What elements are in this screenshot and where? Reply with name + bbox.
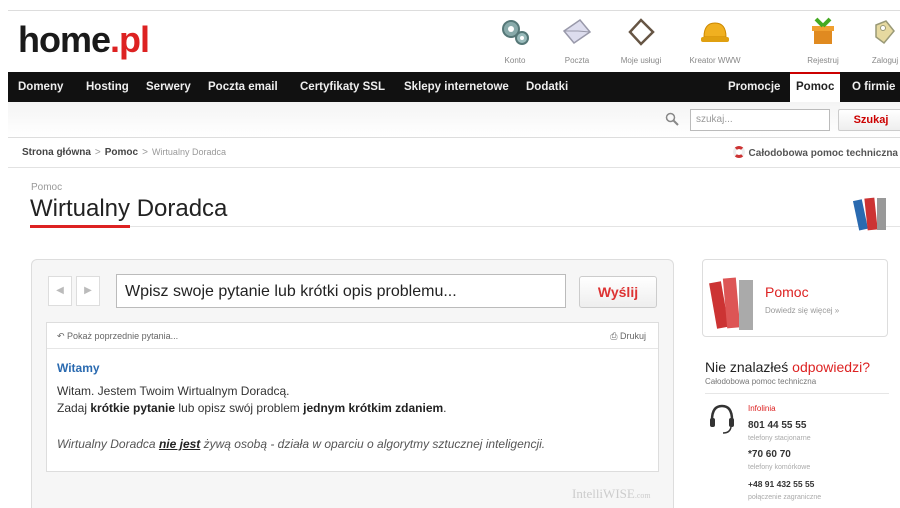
- search-input[interactable]: szukaj...: [690, 109, 830, 131]
- greeting-line-1: Witam. Jestem Twoim Wirtualnym Doradcą.: [57, 384, 290, 398]
- help-box-more-link[interactable]: Dowiedz się więcej »: [765, 306, 839, 315]
- brand-suffix: .com: [634, 491, 651, 500]
- brand-main: IntelliWISE: [572, 486, 635, 501]
- contact-divider: [705, 393, 889, 394]
- previous-questions-label: Pokaż poprzednie pytania...: [67, 331, 179, 341]
- disclaimer-text: żywą osobą - działa w oparciu o algorytm…: [200, 437, 546, 451]
- greeting-text: .: [443, 401, 447, 415]
- chat-toolbar: ↶ Pokaż poprzednie pytania... ⎙ Drukuj: [47, 323, 658, 349]
- gift-icon: [812, 17, 834, 44]
- support-link-label: Całodobowa pomoc techniczna: [748, 148, 898, 159]
- nav-sklepy-internetowe[interactable]: Sklepy internetowe: [404, 72, 509, 102]
- contact-heading: Nie znalazłeś odpowiedzi?: [705, 359, 870, 375]
- contact-heading-text: Nie znalazłeś: [705, 359, 793, 375]
- headset-icon: [710, 404, 734, 434]
- phone-number: 801 44 55 55: [748, 420, 807, 431]
- zaloguj-link[interactable]: Zaloguj: [850, 17, 900, 65]
- phone-description: telefony stacjonarne: [748, 435, 811, 442]
- search-icon: [665, 112, 679, 126]
- question-input[interactable]: Wpisz swoje pytanie lub krótki opis prob…: [116, 274, 566, 308]
- kreator-www-label: Kreator WWW: [689, 56, 741, 65]
- next-arrow-button[interactable]: ▶: [76, 276, 100, 306]
- greeting-emphasis: jednym krótkim zdaniem: [303, 401, 444, 415]
- rejestruj-link[interactable]: Rejestruj: [788, 17, 858, 65]
- konto-link[interactable]: Konto: [480, 17, 550, 65]
- site-logo[interactable]: home.pl: [18, 19, 150, 61]
- phone-number: *70 60 70: [748, 449, 791, 460]
- zaloguj-label: Zaloguj: [871, 56, 899, 65]
- breadcrumb-bar: Strona główna > Pomoc > Wirtualny Doradca Ca…: [8, 138, 900, 168]
- disclaimer-text: Wirtualny Doradca: [57, 437, 159, 451]
- breadcrumb: Strona główna > Pomoc > Wirtualny Doradca: [22, 147, 226, 158]
- send-button[interactable]: Wyślij: [579, 276, 657, 308]
- help-box-title: Pomoc: [765, 284, 809, 300]
- lifebuoy-icon: [732, 146, 745, 158]
- history-icon: ↶: [57, 331, 68, 341]
- logo-main: home: [18, 19, 111, 60]
- search-button[interactable]: Szukaj: [838, 109, 900, 131]
- greeting-emphasis: krótkie pytanie: [90, 401, 176, 415]
- rejestruj-label: Rejestruj: [807, 56, 839, 65]
- support-link[interactable]: Całodobowa pomoc techniczna: [732, 146, 898, 159]
- top-icon-bar: Konto Poczta Moje usługi Kreator WWW Rej…: [480, 17, 900, 73]
- page-section-label: Pomoc: [31, 182, 63, 193]
- printer-icon: ⎙: [610, 331, 620, 341]
- page-title: Wirtualny Doradca: [30, 195, 228, 222]
- hardhat-icon: [701, 22, 729, 42]
- search-bar: szukaj... Szukaj: [8, 102, 900, 138]
- intelliwise-logo: IntelliWISE.com: [572, 486, 651, 502]
- logo-accent: .pl: [110, 19, 150, 60]
- nav-serwery[interactable]: Serwery: [146, 72, 191, 102]
- mail-icon: [562, 18, 592, 45]
- konto-label: Konto: [504, 56, 526, 65]
- books-icon: [852, 197, 886, 231]
- nav-domeny[interactable]: Domeny: [18, 72, 63, 102]
- nav-poczta-email[interactable]: Poczta email: [208, 72, 278, 102]
- infoline-label: Infolinia: [748, 404, 776, 413]
- site-header: home.pl Konto Poczta Moje usługi Kreator…: [8, 10, 900, 72]
- phone-description: połączenie zagraniczne: [748, 494, 822, 501]
- greeting-line-2: Zadaj krótkie pytanie lub opisz swój pro…: [57, 400, 447, 417]
- gears-icon: [502, 20, 529, 45]
- nav-dodatki[interactable]: Dodatki: [526, 72, 568, 102]
- breadcrumb-separator: >: [94, 147, 101, 158]
- chat-area: ↶ Pokaż poprzednie pytania... ⎙ Drukuj W…: [46, 322, 659, 472]
- disclaimer-emphasis: nie jest: [158, 437, 201, 451]
- phone-description: telefony komórkowe: [748, 464, 811, 471]
- greeting-message: Witam. Jestem Twoim Wirtualnym Doradcą. …: [57, 383, 447, 417]
- print-label: Drukuj: [619, 331, 646, 341]
- books-icon: [709, 277, 753, 330]
- breadcrumb-home[interactable]: Strona główna: [22, 147, 91, 158]
- greeting-text: lub opisz swój problem: [175, 401, 304, 415]
- contact-heading-highlight: odpowiedzi?: [792, 359, 870, 375]
- breadcrumb-separator: >: [142, 147, 148, 158]
- nav-hosting[interactable]: Hosting: [86, 72, 129, 102]
- greeting-text: Zadaj: [57, 401, 91, 415]
- contact-subtitle: Całodobowa pomoc techniczna: [705, 377, 817, 386]
- phone-number: +48 91 432 55 55: [748, 479, 815, 489]
- breadcrumb-current: Wirtualny Doradca: [151, 147, 226, 157]
- disclaimer-note: Wirtualny Doradca nie jest żywą osobą - …: [57, 437, 545, 451]
- nav-pomoc[interactable]: Pomoc: [790, 72, 841, 102]
- greeting-title: Witamy: [57, 361, 100, 375]
- title-divider: [30, 225, 900, 228]
- key-icon: [875, 20, 895, 45]
- nav-o-firmie[interactable]: O firmie: [852, 72, 895, 102]
- virtual-advisor-panel: ◀ ▶ Wpisz swoje pytanie lub krótki opis …: [31, 259, 674, 508]
- moje-uslugi-label: Moje usługi: [620, 56, 662, 65]
- poczta-link[interactable]: Poczta: [542, 17, 612, 65]
- nav-promocje[interactable]: Promocje: [728, 72, 780, 102]
- kreator-www-link[interactable]: Kreator WWW: [680, 17, 750, 65]
- breadcrumb-help[interactable]: Pomoc: [105, 147, 138, 158]
- print-button[interactable]: ⎙ Drukuj: [610, 331, 646, 342]
- main-nav: Domeny Hosting Serwery Poczta email Cert…: [8, 72, 900, 102]
- prev-arrow-button[interactable]: ◀: [48, 276, 72, 306]
- moje-uslugi-link[interactable]: Moje usługi: [606, 17, 676, 65]
- help-box[interactable]: Pomoc Dowiedz się więcej »: [702, 259, 888, 337]
- previous-questions-link[interactable]: ↶ Pokaż poprzednie pytania...: [57, 331, 178, 342]
- nav-certyfikaty-ssl[interactable]: Certyfikaty SSL: [300, 72, 385, 102]
- poczta-label: Poczta: [564, 56, 590, 65]
- tag-icon: [628, 18, 655, 46]
